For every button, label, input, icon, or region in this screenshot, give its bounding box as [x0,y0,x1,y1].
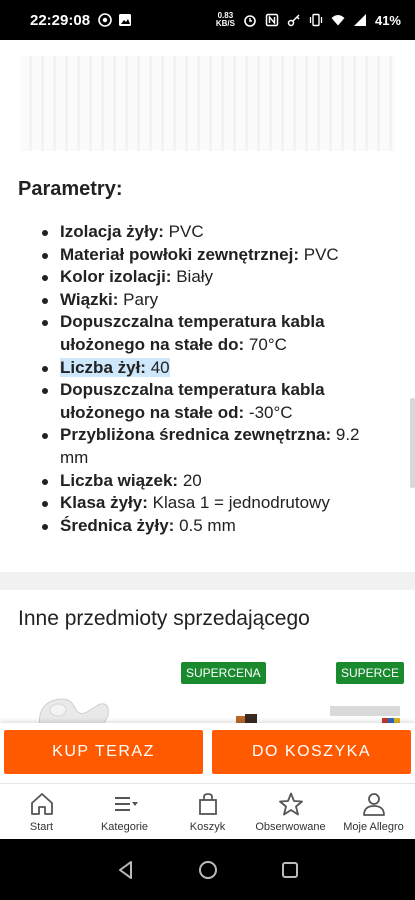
star-icon [278,792,303,816]
app-notification-icon [98,13,112,27]
parameters-title: Parametry: [18,178,123,200]
selection-highlight: Liczba żył: 40 [60,357,170,377]
parameters-list: Izolacja żyły: PVC Materiał powłoki zewn… [40,221,390,537]
product-thumbnail[interactable] [30,690,120,723]
seller-items-title: Inne przedmioty sprzedającego [18,607,310,630]
parameter-item: Wiązki: Pary [40,289,390,312]
nav-cart[interactable]: Koszyk [166,784,249,839]
alarm-icon [244,15,256,27]
section-divider [0,572,415,590]
buy-now-button[interactable]: KUP TERAZ [4,730,203,774]
parameter-item: Liczba wiązek: 20 [40,470,390,493]
supercena-badge: SUPERCE [336,662,405,684]
product-content[interactable]: Parametry: Izolacja żyły: PVC Materiał p… [0,40,415,723]
home-circle-icon[interactable] [197,859,219,881]
add-to-cart-button[interactable]: DO KOSZYKA [212,730,411,774]
nav-watched[interactable]: Obserwowane [249,784,332,839]
product-thumbnail[interactable] [232,708,262,723]
status-bar: 22:29:08 0.83 KB/S 41% [0,0,415,40]
parameter-item: Przybliżona średnica zewnętrzna: 9.2 mm [40,424,390,469]
signal-icon [353,14,366,26]
bottom-navigation: Start Kategorie Koszyk Obserwowane Moje … [0,783,415,839]
back-icon[interactable] [115,859,137,881]
status-time: 22:29:08 [30,11,91,29]
recents-icon[interactable] [279,859,301,881]
purchase-bar: KUP TERAZ DO KOSZYKA [0,723,415,783]
battery-level: 41% [374,12,401,28]
parameter-item: Kolor izolacji: Biały [40,266,390,289]
wifi-icon [331,15,345,26]
home-icon [30,793,53,815]
nfc-icon [265,13,279,27]
key-icon [287,14,300,27]
nav-categories[interactable]: Kategorie [83,784,166,839]
scrollbar[interactable] [410,398,415,488]
vibrate-icon [309,13,323,27]
parameter-item: Klasa żyły: Klasa 1 = jednodrutowy [40,492,390,515]
product-thumbnail[interactable] [330,698,400,723]
system-navigation-bar [0,839,415,900]
user-icon [362,793,385,816]
cart-icon [198,793,217,815]
parameter-item: Dopuszczalna temperatura kabla ułożonego… [40,379,390,424]
image-icon [119,14,132,26]
nav-start[interactable]: Start [0,784,83,839]
parameter-item-highlighted: Liczba żył: 40 [40,357,390,380]
description-image [20,56,395,151]
parameter-item: Materiał powłoki zewnętrznej: PVC [40,244,390,267]
net-speed: 0.83 KB/S [215,11,235,28]
supercena-badge: SUPERCENA [181,662,266,684]
parameter-item: Dopuszczalna temperatura kabla ułożonego… [40,311,390,356]
nav-my-allegro[interactable]: Moje Allegro [332,784,415,839]
parameter-item: Średnica żyły: 0.5 mm [40,515,390,538]
categories-icon [114,797,138,811]
parameter-item: Izolacja żyły: PVC [40,221,390,244]
